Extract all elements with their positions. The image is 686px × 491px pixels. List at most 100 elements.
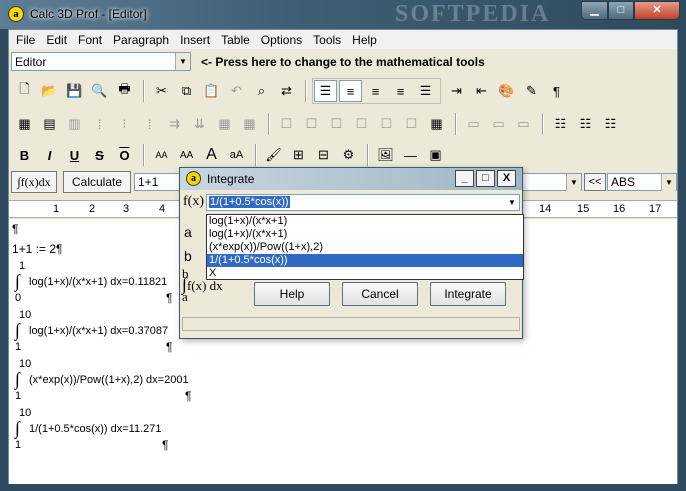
properties-icon[interactable]: ⚙: [337, 144, 360, 166]
chevron-down-icon[interactable]: ▼: [505, 195, 519, 210]
table-icon[interactable]: ▦: [13, 113, 36, 135]
menu-paragraph[interactable]: Paragraph: [108, 30, 175, 49]
border-4-icon[interactable]: ☐: [350, 113, 373, 135]
frame-icon[interactable]: ▣: [424, 144, 447, 166]
align-right-icon[interactable]: ≡: [364, 80, 387, 102]
underline-icon[interactable]: U: [63, 144, 86, 166]
integrate-button[interactable]: Integrate: [430, 282, 506, 306]
chevron-down-icon[interactable]: ▼: [661, 174, 676, 191]
italic-icon[interactable]: I: [38, 144, 61, 166]
text-color-icon[interactable]: ✎: [520, 80, 543, 102]
font-size-medium-icon[interactable]: AA: [175, 144, 198, 166]
border-2-icon[interactable]: ☐: [300, 113, 323, 135]
expression-input[interactable]: 1+1: [134, 173, 184, 191]
border-5-icon[interactable]: ☐: [375, 113, 398, 135]
font-shrink-icon[interactable]: aA: [225, 144, 248, 166]
list-indent-icon[interactable]: ☷: [599, 113, 622, 135]
close-button[interactable]: ✕: [634, 1, 680, 20]
expression-input-tail[interactable]: ▼: [514, 173, 582, 191]
menu-help[interactable]: Help: [347, 30, 383, 49]
fill-color-icon[interactable]: 🎨: [495, 80, 518, 102]
find-icon[interactable]: ⌕: [250, 80, 273, 102]
menu-table[interactable]: Table: [216, 30, 256, 49]
paragraph-mark-icon[interactable]: ¶: [545, 80, 568, 102]
merge-icon[interactable]: ⁞: [88, 113, 111, 135]
print-preview-icon[interactable]: 🔍: [88, 80, 111, 102]
function-option[interactable]: log(1+x)/(x*x+1): [207, 228, 523, 241]
new-file-icon[interactable]: 🗋: [13, 80, 36, 102]
frame-1-icon[interactable]: ▭: [462, 113, 485, 135]
chevron-down-icon[interactable]: ▼: [566, 174, 581, 191]
columns-icon[interactable]: ⊟: [312, 144, 335, 166]
integral-lower: 1: [15, 341, 22, 353]
function-option[interactable]: (x*exp(x))/Pow((1+x),2): [207, 241, 523, 254]
paint-icon[interactable]: 🖌: [262, 144, 285, 166]
save-icon[interactable]: 💾: [63, 80, 86, 102]
help-button[interactable]: Help: [254, 282, 330, 306]
split-icon[interactable]: ⁝: [113, 113, 136, 135]
integral-button[interactable]: ∫f(x)dx: [11, 171, 57, 193]
grid-icon[interactable]: ▦: [213, 113, 236, 135]
font-grow-icon[interactable]: A: [200, 144, 223, 166]
line-icon[interactable]: —: [399, 144, 422, 166]
bold-icon[interactable]: B: [13, 144, 36, 166]
open-folder-icon[interactable]: 📂: [38, 80, 61, 102]
outdent-icon[interactable]: ⇤: [470, 80, 493, 102]
undo-icon[interactable]: ↶: [225, 80, 248, 102]
back-button[interactable]: <<: [584, 173, 606, 191]
chevron-down-icon[interactable]: ▼: [175, 53, 190, 70]
frame-3-icon[interactable]: ▭: [512, 113, 535, 135]
menu-insert[interactable]: Insert: [175, 30, 216, 49]
insert-row-icon[interactable]: ▤: [38, 113, 61, 135]
insert-col-icon[interactable]: ▥: [63, 113, 86, 135]
dialog-close-button[interactable]: X: [497, 170, 516, 187]
dialog-maximize-button[interactable]: □: [476, 170, 495, 187]
calculate-button[interactable]: Calculate: [63, 171, 131, 193]
function-option[interactable]: X: [207, 267, 523, 280]
cells-icon[interactable]: ▦: [238, 113, 261, 135]
function-input[interactable]: 1/(1+0.5*cos(x)) ▼: [206, 194, 520, 211]
align-left-icon[interactable]: ≡: [339, 80, 362, 102]
move-up-icon[interactable]: ⁞: [138, 113, 161, 135]
dialog-title-bar[interactable]: a Integrate _ □ X: [180, 168, 522, 190]
function-option[interactable]: log(1+x)/(x*x+1): [207, 215, 523, 228]
menu-tools[interactable]: Tools: [308, 30, 347, 49]
border-3-icon[interactable]: ☐: [325, 113, 348, 135]
cut-icon[interactable]: ✂: [150, 80, 173, 102]
replace-icon[interactable]: ⇄: [275, 80, 298, 102]
border-grid-icon[interactable]: ▦: [425, 113, 448, 135]
menu-options[interactable]: Options: [256, 30, 308, 49]
frame-2-icon[interactable]: ▭: [487, 113, 510, 135]
list-bullet-icon[interactable]: ☷: [549, 113, 572, 135]
menu-font[interactable]: Font: [73, 30, 108, 49]
font-size-small-icon[interactable]: AA: [150, 144, 173, 166]
integral-upper: 10: [19, 309, 32, 321]
paste-icon[interactable]: 📋: [200, 80, 223, 102]
overline-icon[interactable]: O: [113, 144, 136, 166]
dialog-minimize-button[interactable]: _: [455, 170, 474, 187]
menu-edit[interactable]: Edit: [41, 30, 73, 49]
minimize-button[interactable]: ▁: [581, 1, 608, 20]
function-select[interactable]: ABS ▼: [607, 173, 677, 191]
maximize-button[interactable]: □: [608, 1, 634, 20]
table-insert-icon[interactable]: ⊞: [287, 144, 310, 166]
image-icon[interactable]: 🖼: [374, 144, 397, 166]
align-justify-icon[interactable]: ☰: [314, 80, 337, 102]
indent-icon[interactable]: ⇥: [445, 80, 468, 102]
border-1-icon[interactable]: ☐: [275, 113, 298, 135]
align-center-icon[interactable]: ≡: [389, 80, 412, 102]
copy-icon[interactable]: ⧉: [175, 80, 198, 102]
menu-file[interactable]: File: [11, 30, 41, 49]
function-select-value: ABS: [611, 175, 636, 189]
strikethrough-icon[interactable]: S: [88, 144, 111, 166]
move-right-icon[interactable]: ⇉: [163, 113, 186, 135]
border-6-icon[interactable]: ☐: [400, 113, 423, 135]
align-block-icon[interactable]: ☰: [414, 80, 437, 102]
function-option-selected[interactable]: 1/(1+0.5*cos(x)): [207, 254, 523, 267]
list-number-icon[interactable]: ☷: [574, 113, 597, 135]
integral-body: (x*exp(x))/Pow((1+x),2) dx=2001: [29, 374, 189, 386]
mode-select[interactable]: Editor ▼: [11, 52, 191, 71]
cancel-button[interactable]: Cancel: [342, 282, 418, 306]
print-icon[interactable]: 🖶: [113, 80, 136, 102]
move-down-icon[interactable]: ⇊: [188, 113, 211, 135]
